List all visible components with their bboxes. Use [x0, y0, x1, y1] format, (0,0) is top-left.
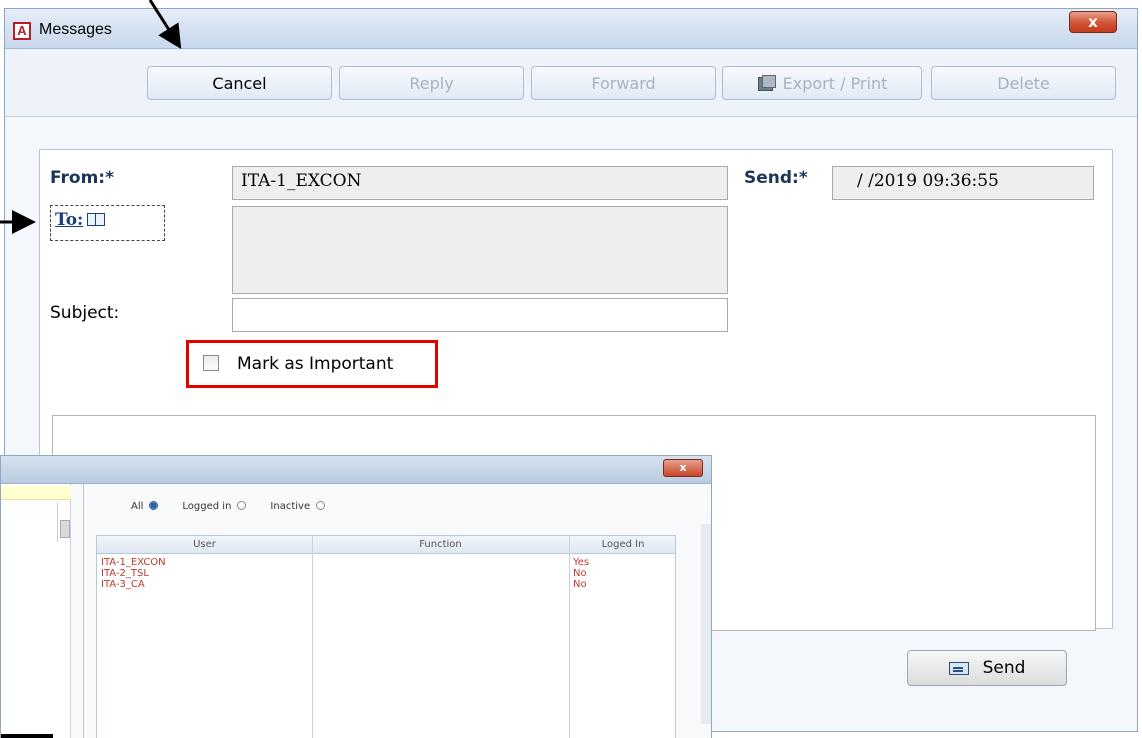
screenshot-stage: A Messages x Cancel Reply Forward Export…	[0, 0, 1142, 738]
annotation-arrows	[0, 0, 182, 234]
arrow-to-title	[148, 0, 182, 50]
